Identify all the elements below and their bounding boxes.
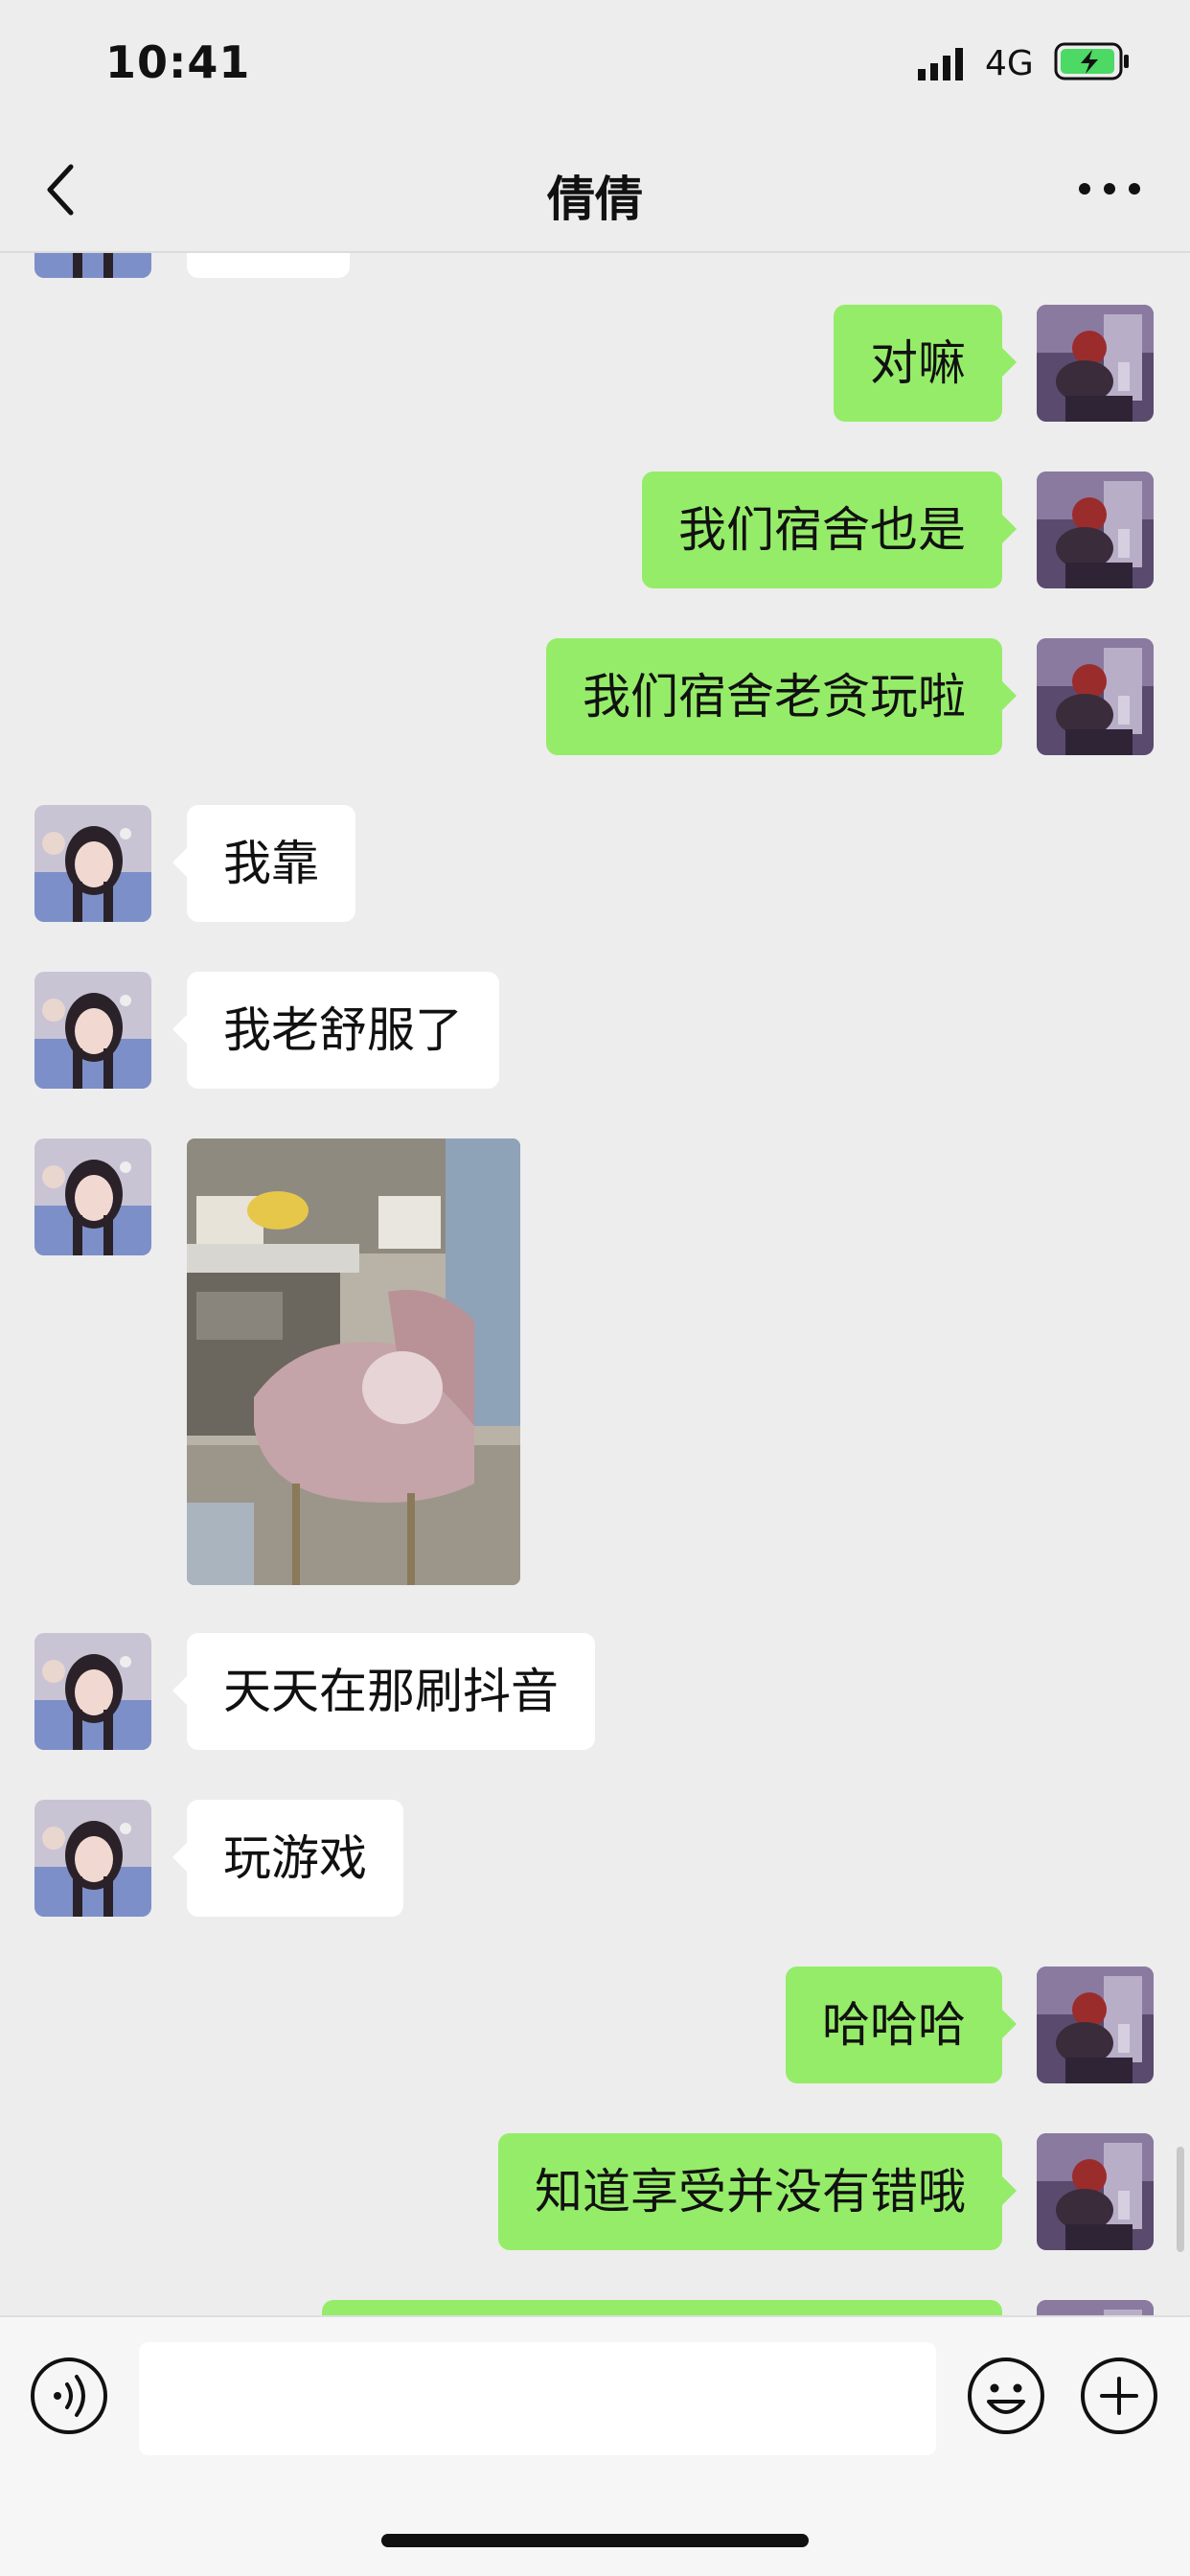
message-bubble[interactable]: 知道享受并没有错哦 xyxy=(498,2133,1017,2250)
message-row: 知道享受并没有错哦 xyxy=(0,2133,1190,2250)
message-bubble[interactable]: 对嘛 xyxy=(834,305,1017,422)
message-row: 我老舒服了 xyxy=(0,972,1190,1089)
avatar[interactable] xyxy=(1037,638,1154,755)
avatar[interactable] xyxy=(34,805,151,922)
photo-icon[interactable] xyxy=(187,1138,520,1585)
message-bubble[interactable]: 哈哈哈 xyxy=(786,1966,1017,2083)
chat-title: 倩倩 xyxy=(547,172,643,227)
message-bubble[interactable]: 我老舒服了 xyxy=(172,972,499,1089)
message-bubble-partial xyxy=(187,253,350,278)
avatar[interactable] xyxy=(34,972,151,1089)
avatar[interactable] xyxy=(1037,2133,1154,2250)
network-type: 4G xyxy=(985,44,1034,83)
signal-icon xyxy=(918,48,963,80)
message-row: 我靠 xyxy=(0,805,1190,922)
ellipsis-icon[interactable] xyxy=(1071,174,1148,203)
message-bubble[interactable]: 天天在那刷抖音 xyxy=(172,1633,595,1750)
message-row: 哈哈哈 xyxy=(0,1966,1190,2083)
message-row: 对嘛 xyxy=(0,305,1190,422)
message-row: 我们宿舍老贪玩啦 xyxy=(0,638,1190,755)
voice-icon[interactable] xyxy=(29,2356,109,2436)
message-bubble[interactable]: 我们宿舍老贪玩啦 xyxy=(546,638,1017,755)
status-bar: 10:41 4G xyxy=(0,0,1190,126)
message-bubble[interactable]: 我靠 xyxy=(172,805,355,922)
emoji-icon[interactable] xyxy=(966,2356,1046,2436)
chat-list[interactable]: 对嘛 我们宿舍也是 我们宿舍老贪玩啦 我靠 我老舒服了 天天在那刷抖音 玩游戏 … xyxy=(0,253,1190,2315)
avatar[interactable] xyxy=(1037,305,1154,422)
message-row xyxy=(0,1138,1190,1585)
plus-icon[interactable] xyxy=(1079,2356,1159,2436)
message-row: 玩游戏 xyxy=(0,1800,1190,1917)
battery-icon xyxy=(1054,42,1129,80)
avatar[interactable] xyxy=(34,1138,151,1255)
avatar[interactable] xyxy=(1037,1966,1154,2083)
avatar[interactable] xyxy=(34,1633,151,1750)
message-bubble[interactable]: 玩游戏 xyxy=(172,1800,403,1917)
message-input[interactable] xyxy=(139,2342,936,2455)
avatar[interactable] xyxy=(1037,2300,1154,2315)
message-row: 天天在那刷抖音 xyxy=(0,1633,1190,1750)
message-bubble[interactable]: 我们宿舍也是 xyxy=(642,472,1017,588)
message-row: 我们宿舍也是 xyxy=(0,472,1190,588)
nav-bar: 倩倩 xyxy=(0,126,1190,253)
home-indicator[interactable] xyxy=(381,2534,809,2547)
scrollbar[interactable] xyxy=(1177,2147,1184,2252)
message-bubble-partial xyxy=(322,2300,1002,2315)
status-time: 10:41 xyxy=(105,36,251,88)
avatar[interactable] xyxy=(1037,472,1154,588)
avatar[interactable] xyxy=(34,1800,151,1917)
avatar[interactable] xyxy=(34,253,151,278)
